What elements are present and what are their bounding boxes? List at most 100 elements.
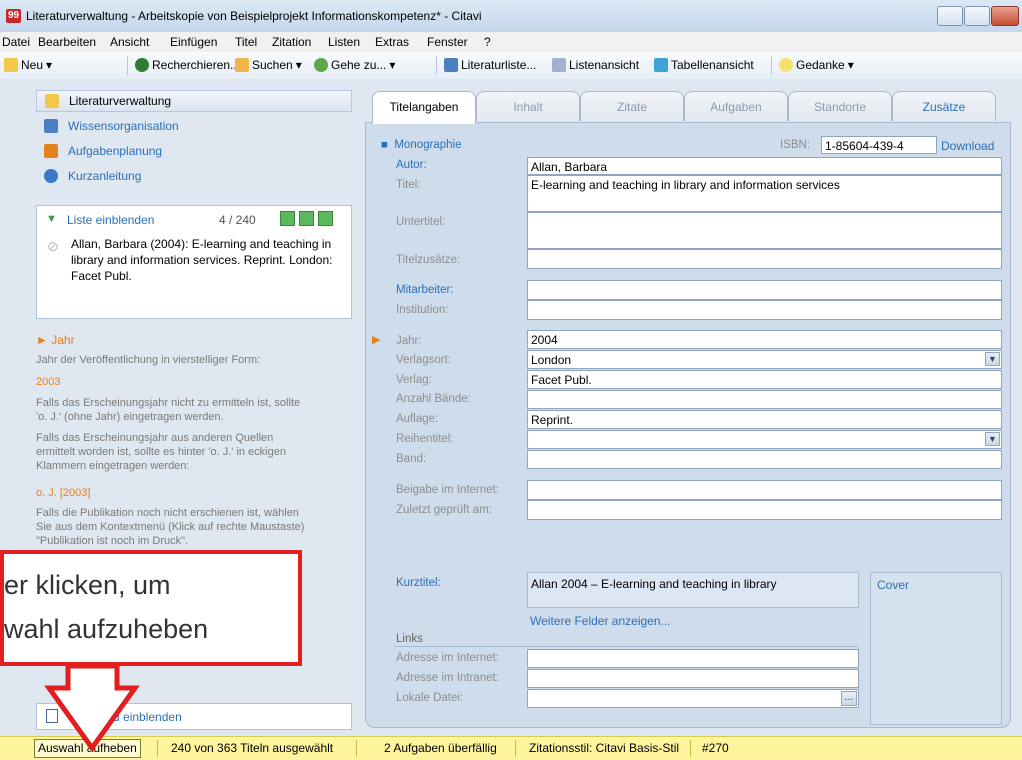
title-label: Titel: xyxy=(396,179,421,191)
table-view-button[interactable]: Tabellenansicht xyxy=(654,58,754,72)
menu-titel[interactable]: Titel xyxy=(235,35,257,49)
chevron-down-icon[interactable]: ▼ xyxy=(985,432,1000,446)
author-field[interactable]: Allan, Barbara xyxy=(527,157,1002,175)
online-supplement-field[interactable] xyxy=(527,480,1002,500)
download-link[interactable]: Download xyxy=(941,139,994,153)
tab-standorte[interactable]: Standorte xyxy=(788,91,892,121)
edition-field[interactable]: Reprint. xyxy=(527,410,1002,429)
short-title-label[interactable]: Kurztitel: xyxy=(396,577,441,589)
record-number: #270 xyxy=(702,741,729,755)
series-label: Reihentitel: xyxy=(396,433,454,445)
title-field[interactable]: E-learning and teaching in library and i… xyxy=(527,175,1002,212)
last-checked-field[interactable] xyxy=(527,500,1002,520)
institution-label: Institution: xyxy=(396,304,449,316)
search-button[interactable]: Suchen ▾ xyxy=(235,58,302,72)
citavi-app-icon: 99 xyxy=(6,9,21,23)
menu-fenster[interactable]: Fenster xyxy=(427,35,468,49)
goto-button[interactable]: Gehe zu... ▾ xyxy=(314,58,395,72)
maximize-button[interactable] xyxy=(964,6,990,26)
volumes-field[interactable] xyxy=(527,390,1002,409)
title-bar: 99 Literaturverwaltung - Arbeitskopie vo… xyxy=(0,0,1022,33)
nav-wissensorganisation[interactable]: Wissensorganisation xyxy=(36,115,352,137)
isbn-field[interactable]: 1-85604-439-4 xyxy=(821,136,937,154)
menu-einfuegen[interactable]: Einfügen xyxy=(170,35,217,49)
help-example-2: o. J. [2003] xyxy=(36,487,91,499)
institution-field[interactable] xyxy=(527,300,1002,320)
links-heading: Links xyxy=(396,633,423,645)
contributors-label[interactable]: Mitarbeiter: xyxy=(396,284,454,296)
tab-inhalt[interactable]: Inhalt xyxy=(476,91,580,121)
tab-zitate[interactable]: Zitate xyxy=(580,91,684,121)
nav-kurzanleitung[interactable]: Kurzanleitung xyxy=(36,165,352,187)
bibliography-button[interactable]: Literaturliste... xyxy=(444,58,536,72)
band-label: Band: xyxy=(396,453,427,465)
attachment-icon: ⊘ xyxy=(47,238,59,254)
list-view-button[interactable]: Listenansicht xyxy=(552,58,639,72)
band-field[interactable] xyxy=(527,450,1002,469)
subtitle-field[interactable] xyxy=(527,212,1002,249)
year-label: Jahr: xyxy=(396,335,422,347)
more-fields-link[interactable]: Weitere Felder anzeigen... xyxy=(530,614,671,628)
cover-panel[interactable]: Cover xyxy=(870,572,1002,725)
menu-ansicht[interactable]: Ansicht xyxy=(110,35,149,49)
tasks-icon xyxy=(44,144,58,158)
menu-help[interactable]: ? xyxy=(484,35,491,49)
publisher-field[interactable]: Facet Publ. xyxy=(527,370,1002,389)
volumes-label: Anzahl Bände: xyxy=(396,393,471,405)
document-type[interactable]: ■ Monographie xyxy=(381,139,461,151)
new-button[interactable]: Neu ▾ xyxy=(4,58,52,72)
last-checked-label: Zuletzt geprüft am: xyxy=(396,504,492,516)
first-record-button[interactable] xyxy=(280,211,295,226)
place-field[interactable]: London ▼ xyxy=(527,350,1002,369)
next-record-button[interactable] xyxy=(318,211,333,226)
short-title-field[interactable]: Allan 2004 – E-learning and teaching in … xyxy=(527,572,859,608)
research-button[interactable]: Recherchieren... xyxy=(135,58,240,72)
overdue-tasks[interactable]: 2 Aufgaben überfällig xyxy=(384,741,497,755)
title-additions-field[interactable] xyxy=(527,249,1002,269)
menu-extras[interactable]: Extras xyxy=(375,35,409,49)
callout-line-1: er klicken, um xyxy=(4,570,171,600)
list-icon xyxy=(444,58,458,72)
menu-bearbeiten[interactable]: Bearbeiten xyxy=(38,35,96,49)
annotation-arrow-icon xyxy=(44,663,140,753)
nav-aufgabenplanung[interactable]: Aufgabenplanung xyxy=(36,140,352,162)
browse-button[interactable]: ... xyxy=(841,691,857,706)
thought-button[interactable]: Gedanke ▾ xyxy=(779,58,854,72)
record-summary[interactable]: Allan, Barbara (2004): E-learning and te… xyxy=(71,236,343,284)
chevron-down-icon[interactable]: ▼ xyxy=(985,352,1000,366)
minimize-button[interactable] xyxy=(937,6,963,26)
menu-listen[interactable]: Listen xyxy=(328,35,360,49)
internet-address-field[interactable] xyxy=(527,649,859,668)
previous-record-button[interactable] xyxy=(299,211,314,226)
selection-count: 240 von 363 Titeln ausgewählt xyxy=(171,741,334,755)
help-p3a: Falls das Erscheinungsjahr aus anderen Q… xyxy=(36,432,274,444)
citation-style[interactable]: Zitationsstil: Citavi Basis-Stil xyxy=(529,741,679,755)
show-list-toggle[interactable]: Liste einblenden xyxy=(67,213,154,227)
contributors-field[interactable] xyxy=(527,280,1002,300)
intranet-address-field[interactable] xyxy=(527,669,859,688)
help-p1: Jahr der Veröffentlichung in vierstellig… xyxy=(36,354,261,366)
year-field[interactable]: 2004 xyxy=(527,330,1002,349)
tab-aufgaben[interactable]: Aufgaben xyxy=(684,91,788,121)
list-view-icon xyxy=(552,58,566,72)
close-window-button[interactable] xyxy=(991,6,1019,26)
series-field[interactable]: ▼ xyxy=(527,430,1002,449)
folder-icon xyxy=(45,94,59,108)
isbn-label: ISBN: xyxy=(780,139,811,151)
new-folder-icon xyxy=(4,58,18,72)
publisher-label: Verlag: xyxy=(396,374,432,386)
expand-triangle-icon[interactable]: ▼ xyxy=(46,213,57,225)
menu-datei[interactable]: Datei xyxy=(2,35,30,49)
author-label[interactable]: Autor: xyxy=(396,159,427,171)
menu-zitation[interactable]: Zitation xyxy=(272,35,311,49)
nav-literaturverwaltung[interactable]: Literaturverwaltung xyxy=(36,90,352,112)
tab-titelangaben[interactable]: Titelangaben xyxy=(372,91,476,124)
tab-zusaetze[interactable]: Zusätze xyxy=(892,91,996,121)
edition-label: Auflage: xyxy=(396,413,439,425)
help-p3b: ermittelt worden ist, sollte es hinter '… xyxy=(36,446,286,458)
local-file-label: Lokale Datei: xyxy=(396,692,464,704)
local-file-field[interactable]: ... xyxy=(527,689,859,708)
table-view-icon xyxy=(654,58,668,72)
online-supplement-label: Beigabe im Internet: xyxy=(396,484,499,496)
intranet-address-label: Adresse im Intranet: xyxy=(396,672,499,684)
